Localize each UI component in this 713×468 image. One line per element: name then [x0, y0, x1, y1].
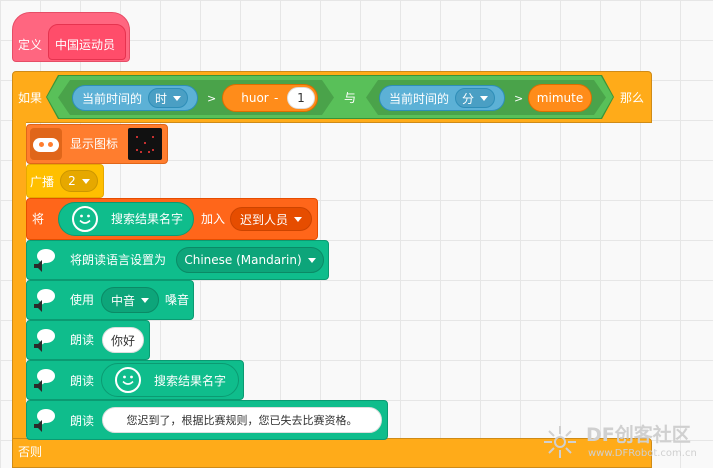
speech-bubble-icon: [34, 249, 55, 272]
then-keyword: 那么: [620, 91, 645, 105]
say-text-input[interactable]: 你好: [102, 327, 144, 353]
minus-sign: -: [274, 91, 279, 105]
current-time-label: 当前时间的: [81, 91, 142, 106]
language-dropdown[interactable]: Chinese (Mandarin): [176, 247, 324, 273]
current-time-hour-block[interactable]: 当前时间的 时: [72, 85, 198, 111]
greater-than-1: >: [207, 92, 217, 105]
number-input-1[interactable]: 1: [287, 87, 315, 109]
led-matrix-picker[interactable]: [128, 128, 162, 160]
current-time-minute-block[interactable]: 当前时间的 分: [379, 85, 505, 111]
voice-suffix-label: 嗓音: [165, 293, 190, 307]
say-label-3: 朗读: [70, 414, 95, 428]
watermark-url: www.DFRobot.com.cn: [588, 448, 697, 459]
add-action-label: 加入: [201, 212, 226, 226]
watermark-title: DF创客社区: [586, 424, 691, 446]
dfrobot-logo-icon: [544, 426, 576, 458]
search-result-name-label-2: 搜索结果名字: [154, 374, 227, 388]
speech-bubble-icon: [34, 409, 55, 432]
late-list-dropdown[interactable]: 迟到人员: [230, 207, 312, 231]
search-result-name-label: 搜索结果名字: [111, 212, 184, 226]
time-unit-minute-dropdown[interactable]: 分: [455, 88, 496, 108]
microbit-eye-right: [48, 142, 53, 147]
and-label: 与: [344, 91, 357, 105]
if-keyword: 如果: [18, 91, 43, 105]
say-label: 朗读: [70, 333, 95, 347]
use-voice-label: 使用: [70, 293, 95, 307]
speech-bubble-icon: [34, 289, 55, 312]
show-icon-label: 显示图标: [70, 137, 119, 151]
speech-bubble-icon: [34, 329, 55, 352]
huor-variable: huor: [241, 91, 269, 105]
smiley-face-icon: [115, 367, 141, 393]
mimute-variable-block[interactable]: mimute: [528, 84, 592, 112]
smiley-face-icon: [72, 206, 98, 232]
define-keyword: 定义: [18, 38, 43, 52]
current-time-label-2: 当前时间的: [388, 91, 449, 106]
else-keyword: 否则: [18, 445, 43, 459]
greater-than-2: >: [514, 92, 524, 105]
say-label-2: 朗读: [70, 374, 95, 388]
speech-bubble-icon: [34, 369, 55, 392]
microbit-eye-left: [39, 142, 44, 147]
microbit-face-icon: [33, 138, 59, 152]
define-name: 中国运动员: [55, 38, 116, 52]
if-block-arm: [12, 120, 26, 442]
broadcast-message-dropdown[interactable]: 2: [60, 170, 98, 192]
mimute-variable: mimute: [536, 91, 584, 105]
time-unit-hour-dropdown[interactable]: 时: [148, 88, 189, 108]
voice-dropdown[interactable]: 中音: [101, 287, 159, 313]
broadcast-label: 广播: [30, 175, 55, 189]
say-text-input-3[interactable]: 您迟到了，根据比赛规则，您已失去比赛资格。: [102, 407, 382, 433]
set-language-label: 将朗读语言设置为: [70, 253, 167, 267]
led-pattern-icon: [136, 136, 154, 153]
add-keyword: 将: [32, 212, 45, 226]
